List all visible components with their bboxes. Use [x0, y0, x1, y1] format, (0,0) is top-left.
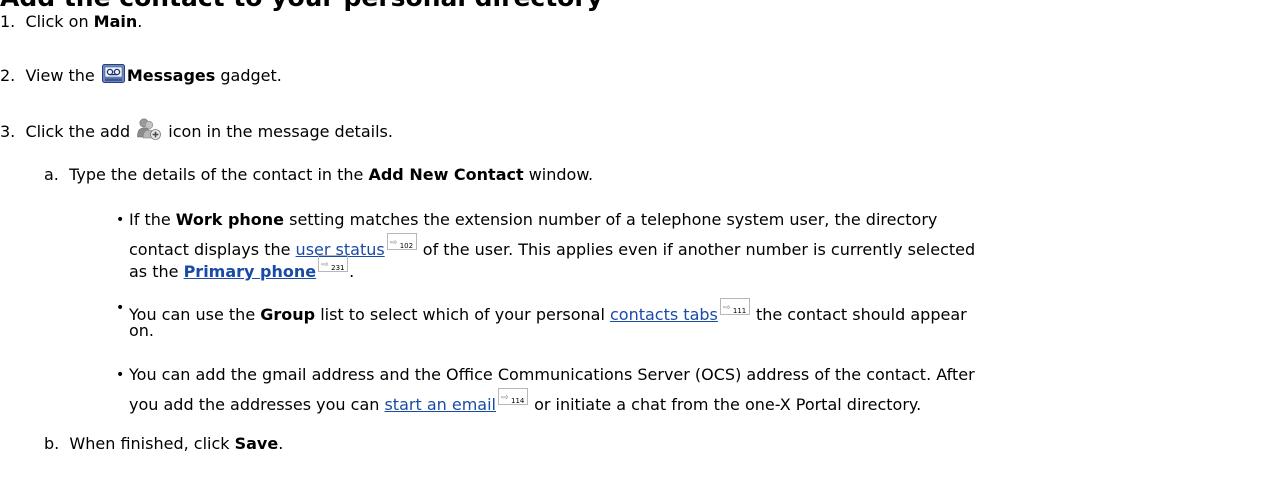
add-new-contact-label: Add New Contact: [368, 165, 524, 184]
substep-letter: b.: [44, 434, 60, 453]
step-text: Click the add: [25, 122, 136, 141]
substep-b: b. When finished, click Save.: [44, 434, 284, 453]
messages-gadget-icon: [101, 64, 125, 83]
bullet-gmail-line1: You can add the gmail address and the Of…: [129, 365, 975, 384]
section-heading: Add the contact to your personal directo…: [0, 0, 603, 12]
step-1: 1. Click on Main.: [0, 12, 143, 31]
bullet-icon: •: [116, 367, 125, 383]
bullet-group-line2: on.: [129, 321, 155, 340]
step-3: 3. Click the add icon in the message det…: [0, 117, 393, 142]
save-label: Save: [234, 434, 279, 453]
page-ref-icon[interactable]: ⇨ 111: [719, 298, 750, 315]
add-contact-icon: [137, 117, 162, 141]
bullet-icon: •: [116, 212, 125, 228]
step-number: 3.: [0, 122, 16, 141]
bullet-group-line1: You can use the Group list to select whi…: [129, 298, 967, 325]
step-number: 2.: [0, 66, 16, 85]
bullet-icon: •: [116, 300, 125, 316]
step-number: 1.: [0, 12, 16, 31]
step-2: 2. View the Messages gadget.: [0, 64, 282, 85]
group-label: Group: [260, 305, 316, 324]
start-an-email-link[interactable]: start an email: [384, 395, 496, 414]
substep-letter: a.: [44, 165, 59, 184]
bullet-work-phone-line1: If the Work phone setting matches the ex…: [129, 210, 938, 229]
work-phone-label: Work phone: [175, 210, 285, 229]
step-text: View the: [25, 66, 100, 85]
page-ref-icon[interactable]: ⇨ 114: [497, 388, 528, 405]
main-label: Main: [93, 12, 138, 31]
contacts-tabs-link[interactable]: contacts tabs: [610, 305, 718, 324]
page-ref-icon[interactable]: ⇨ 102: [386, 233, 417, 250]
page-ref-icon[interactable]: ⇨ 231: [318, 255, 349, 272]
substep-a: a. Type the details of the contact in th…: [44, 165, 594, 184]
primary-phone-link[interactable]: Primary phone: [184, 262, 317, 281]
bullet-gmail-line2: you add the addresses you can start an e…: [129, 388, 921, 415]
messages-label: Messages: [126, 66, 216, 85]
step-text: Click on: [25, 12, 94, 31]
bullet-work-phone-line3: as the Primary phone ⇨ 231.: [129, 255, 354, 282]
